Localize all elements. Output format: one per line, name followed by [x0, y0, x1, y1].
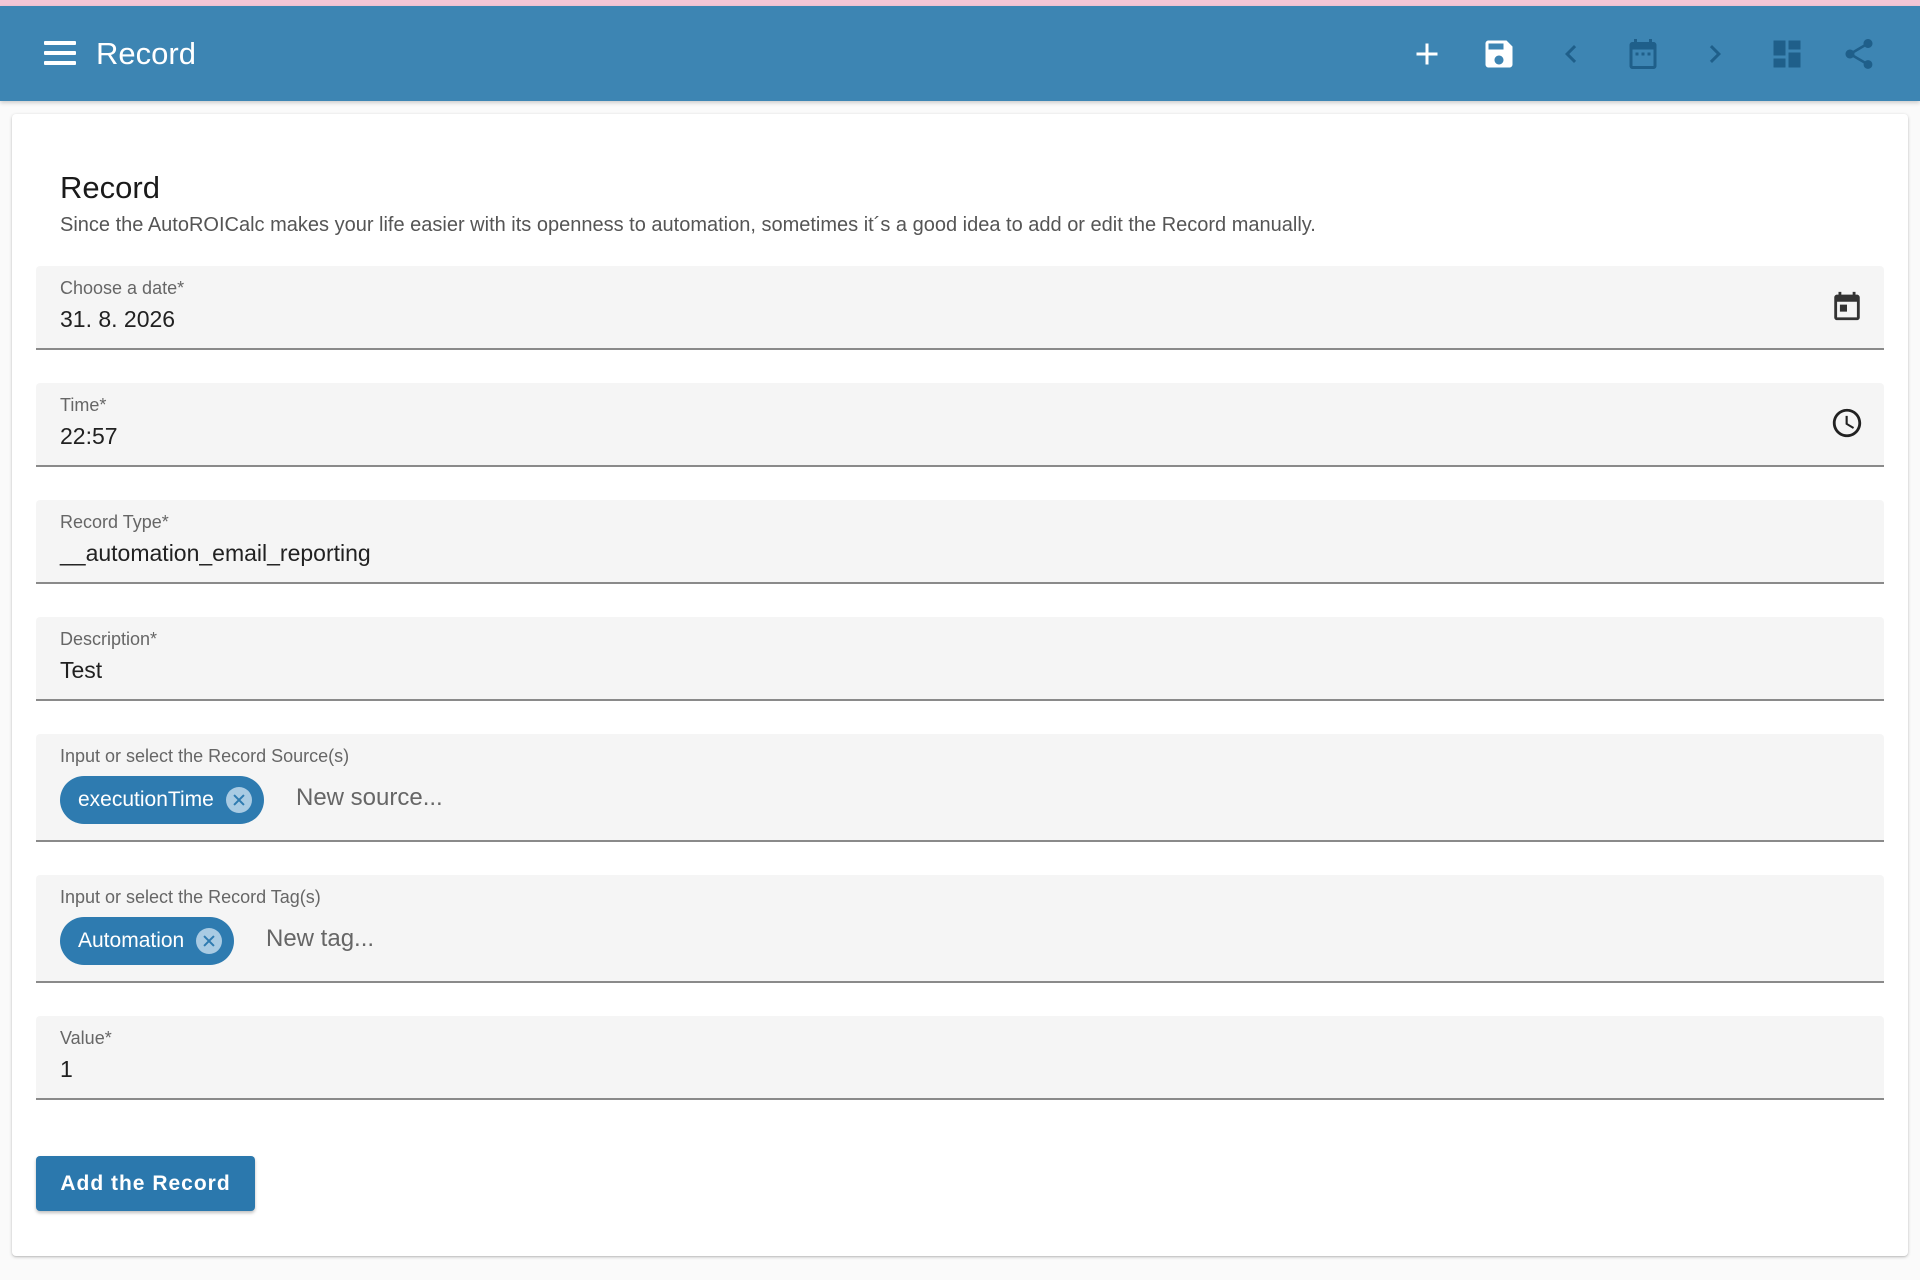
chevron-right-icon[interactable] [1697, 36, 1733, 72]
record-type-value[interactable]: __automation_email_reporting [60, 540, 371, 567]
value-value[interactable]: 1 [60, 1056, 73, 1083]
calendar-icon[interactable] [1830, 289, 1864, 323]
time-value[interactable]: 22:57 [60, 423, 118, 450]
source-chip-label: executionTime [78, 788, 214, 811]
description-value[interactable]: Test [60, 657, 102, 684]
tag-chip[interactable]: Automation [60, 917, 235, 965]
date-label: Choose a date* [60, 278, 185, 298]
time-field[interactable]: Time* 22:57 [36, 383, 1884, 467]
dashboard-icon[interactable] [1769, 36, 1805, 72]
share-icon[interactable] [1841, 36, 1877, 72]
description-label: Description* [60, 629, 158, 649]
add-record-button[interactable]: Add the Record [36, 1156, 255, 1211]
tags-label: Input or select the Record Tag(s) [60, 887, 321, 907]
value-label: Value* [60, 1028, 112, 1048]
description-field[interactable]: Description* Test [36, 617, 1884, 701]
record-type-label: Record Type* [60, 512, 169, 532]
sources-label: Input or select the Record Source(s) [60, 746, 350, 766]
tag-chip-label: Automation [78, 929, 185, 952]
chevron-left-icon[interactable] [1553, 36, 1589, 72]
record-form-card: Record Since the AutoROICalc makes your … [12, 114, 1908, 1256]
remove-chip-icon[interactable] [196, 928, 223, 954]
add-icon[interactable] [1409, 36, 1445, 72]
app-bar: Record [0, 6, 1920, 101]
date-field[interactable]: Choose a date* 31. 8. 2026 [36, 266, 1884, 350]
form-title: Record [60, 170, 160, 205]
menu-icon[interactable] [44, 41, 76, 67]
source-chip[interactable]: executionTime [60, 776, 264, 824]
new-source-input[interactable] [296, 784, 696, 812]
value-field[interactable]: Value* 1 [36, 1016, 1884, 1100]
record-tags-field[interactable]: Input or select the Record Tag(s) Automa… [36, 875, 1884, 983]
app-title: Record [96, 36, 196, 71]
form-description: Since the AutoROICalc makes your life ea… [60, 214, 1316, 236]
clock-icon[interactable] [1830, 406, 1864, 440]
record-sources-field[interactable]: Input or select the Record Source(s) exe… [36, 734, 1884, 842]
time-label: Time* [60, 395, 107, 415]
remove-chip-icon[interactable] [225, 787, 252, 813]
save-icon[interactable] [1481, 36, 1517, 72]
date-value[interactable]: 31. 8. 2026 [60, 306, 175, 333]
calendar-icon[interactable] [1625, 36, 1661, 72]
record-type-field[interactable]: Record Type* __automation_email_reportin… [36, 500, 1884, 584]
new-tag-input[interactable] [266, 925, 666, 953]
